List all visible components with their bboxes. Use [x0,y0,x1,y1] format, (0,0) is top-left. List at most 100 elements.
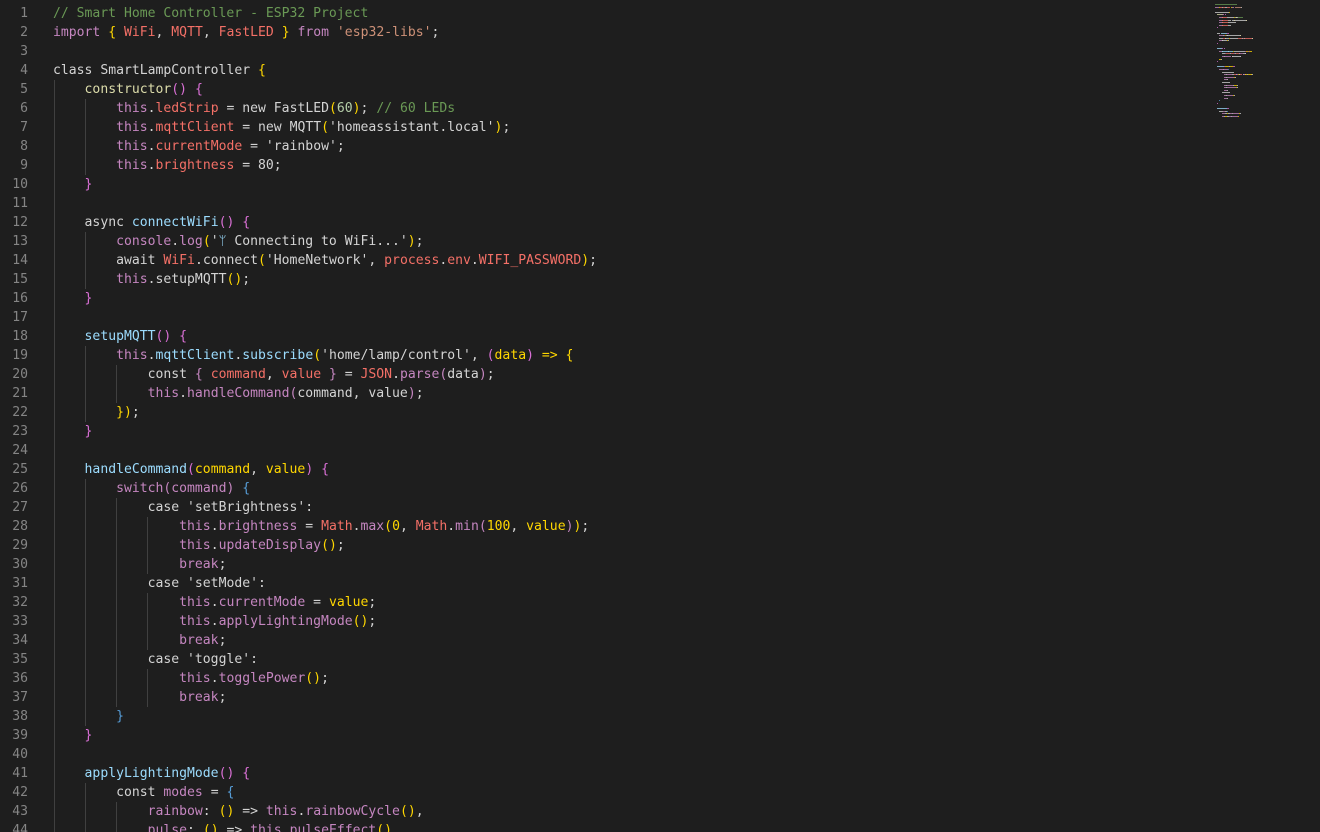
code-line[interactable]: 20 const { command, value } = JSON.parse… [0,365,1200,384]
code-text[interactable]: console.log('ᛘ Connecting to WiFi...'); [53,232,423,251]
code-line[interactable]: 25 handleCommand(command, value) { [0,460,1200,479]
code-text[interactable]: import { WiFi, MQTT, FastLED } from 'esp… [53,23,439,42]
code-line[interactable]: 31 case 'setMode': [0,574,1200,593]
minimap-token [1218,11,1229,13]
code-text[interactable]: this.brightness = 80; [53,156,282,175]
code-token: FastLED [273,101,329,116]
code-line[interactable]: 10 } [0,175,1200,194]
code-text[interactable]: case 'setMode': [53,574,266,593]
code-text[interactable]: this.currentMode = 'rainbow'; [53,137,345,156]
code-line[interactable]: 33 this.applyLightingMode(); [0,612,1200,631]
code-line[interactable]: 40 [0,745,1200,764]
code-line[interactable]: 36 this.togglePower(); [0,669,1200,688]
code-text[interactable]: } [53,707,124,726]
code-line[interactable]: 15 this.setupMQTT(); [0,270,1200,289]
code-text[interactable]: this.updateDisplay(); [53,536,345,555]
code-token: command [297,386,353,401]
code-line[interactable]: 39 } [0,726,1200,745]
code-text[interactable]: break; [53,555,226,574]
line-number: 36 [12,671,28,686]
code-text[interactable]: this.setupMQTT(); [53,270,250,289]
code-text[interactable]: this.togglePower(); [53,669,329,688]
code-line[interactable]: 19 this.mqttClient.subscribe('home/lamp/… [0,346,1200,365]
code-line[interactable]: 7 this.mqttClient = new MQTT('homeassist… [0,118,1200,137]
code-line[interactable]: 32 this.currentMode = value; [0,593,1200,612]
code-line[interactable]: 43 rainbow: () => this.rainbowCycle(), [0,802,1200,821]
code-text[interactable]: }); [53,403,140,422]
code-line[interactable]: 38 } [0,707,1200,726]
code-line[interactable]: 11 [0,194,1200,213]
code-text[interactable]: } [53,422,93,441]
code-line[interactable]: 4 class SmartLampController { [0,61,1200,80]
code-text[interactable]: async connectWiFi() { [53,213,251,232]
minimap-token [1228,32,1230,34]
code-token: handleCommand [187,386,290,401]
line-number: 20 [12,367,28,382]
minimap-token [1226,6,1231,8]
code-text[interactable]: this.currentMode = value; [53,593,376,612]
code-text[interactable]: pulse: () => this.pulseEffect() [53,821,392,832]
code-text[interactable]: const modes = { [53,783,234,802]
code-line[interactable]: 28 this.brightness = Math.max(0, Math.mi… [0,517,1200,536]
code-text[interactable]: } [53,289,93,308]
code-line[interactable]: 21 this.handleCommand(command, value); [0,384,1200,403]
code-text[interactable]: } [53,726,93,745]
code-line[interactable]: 14 await WiFi.connect('HomeNetwork', pro… [0,251,1200,270]
code-text[interactable]: class SmartLampController { [53,61,266,80]
minimap[interactable] [1205,0,1320,832]
code-text[interactable]: const { command, value } = JSON.parse(da… [53,365,495,384]
code-text[interactable]: this.mqttClient = new MQTT('homeassistan… [53,118,510,137]
code-token: { [257,63,266,78]
minimap-token [1240,113,1242,115]
code-line[interactable]: 2 import { WiFi, MQTT, FastLED } from 'es… [0,23,1200,42]
code-text[interactable]: this.applyLightingMode(); [53,612,376,631]
code-token: } [84,728,93,743]
code-token: this [250,823,282,832]
code-text[interactable]: switch(command) { [53,479,250,498]
code-line[interactable]: 13 console.log('ᛘ Connecting to WiFi...'… [0,232,1200,251]
code-text[interactable]: this.handleCommand(command, value); [53,384,424,403]
code-text[interactable]: break; [53,688,226,707]
code-text[interactable]: break; [53,631,226,650]
code-text[interactable]: applyLightingMode() { [53,764,251,783]
code-line[interactable]: 8 this.currentMode = 'rainbow'; [0,137,1200,156]
code-line[interactable]: 29 this.updateDisplay(); [0,536,1200,555]
code-line[interactable]: 9 this.brightness = 80; [0,156,1200,175]
code-line[interactable]: 1 // Smart Home Controller - ESP32 Projec… [0,4,1200,23]
code-text[interactable]: // Smart Home Controller - ESP32 Project [53,4,368,23]
code-line[interactable]: 42 const modes = { [0,783,1200,802]
code-line[interactable]: 12 async connectWiFi() { [0,213,1200,232]
code-text[interactable]: this.brightness = Math.max(0, Math.min(1… [53,517,589,536]
code-text[interactable]: this.ledStrip = new FastLED(60); // 60 L… [53,99,455,118]
code-text[interactable]: } [53,175,93,194]
code-text[interactable]: case 'toggle': [53,650,258,669]
code-line[interactable]: 44 pulse: () => this.pulseEffect() [0,821,1200,832]
code-text[interactable]: setupMQTT() { [53,327,188,346]
code-text[interactable]: this.mqttClient.subscribe('home/lamp/con… [53,346,573,365]
code-line[interactable]: 18 setupMQTT() { [0,327,1200,346]
minimap-token [1240,56,1242,57]
code-line[interactable]: 35 case 'toggle': [0,650,1200,669]
code-line[interactable]: 27 case 'setBrightness': [0,498,1200,517]
code-line[interactable]: 17 [0,308,1200,327]
code-line[interactable]: 16 } [0,289,1200,308]
code-line[interactable]: 37 break; [0,688,1200,707]
code-text[interactable]: await WiFi.connect('HomeNetwork', proces… [53,251,597,270]
code-line[interactable]: 26 switch(command) { [0,479,1200,498]
code-line[interactable]: 3 [0,42,1200,61]
code-text[interactable]: rainbow: () => this.rainbowCycle(), [53,802,424,821]
code-line[interactable]: 6 this.ledStrip = new FastLED(60); // 60… [0,99,1200,118]
code-text[interactable]: constructor() { [53,80,203,99]
code-line[interactable]: 23 } [0,422,1200,441]
line-number: 31 [12,576,28,591]
code-line[interactable]: 5 constructor() { [0,80,1200,99]
code-line[interactable]: 24 [0,441,1200,460]
code-line[interactable]: 41 applyLightingMode() { [0,764,1200,783]
code-line[interactable]: 30 break; [0,555,1200,574]
code-line[interactable]: 22 }); [0,403,1200,422]
code-text[interactable]: case 'setBrightness': [53,498,314,517]
code-editor[interactable]: 1 // Smart Home Controller - ESP32 Projec… [0,0,1320,832]
code-line[interactable]: 34 break; [0,631,1200,650]
code-lines[interactable]: 1 // Smart Home Controller - ESP32 Projec… [0,4,1200,832]
code-text[interactable]: handleCommand(command, value) { [53,460,329,479]
